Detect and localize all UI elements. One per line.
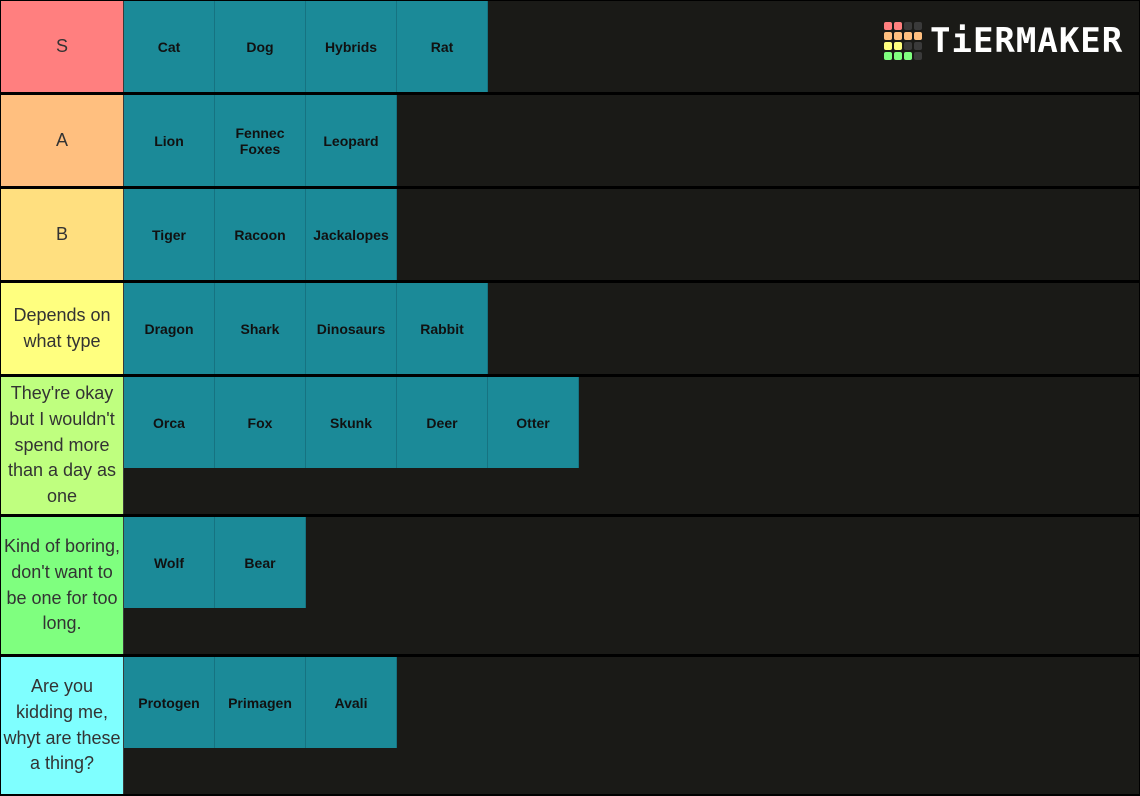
logo-grid-cell [894,22,902,30]
tier-row-okay: They're okay but I wouldn't spend more t… [1,377,1139,514]
tier-items: Dragon Shark Dinosaurs Rabbit [124,283,1139,374]
tiermaker-logo[interactable]: TiERMAKER [884,20,1123,62]
tier-item[interactable]: Fox [215,377,306,468]
logo-grid-icon [884,22,922,60]
tier-item[interactable]: Bear [215,517,306,608]
tier-label[interactable]: Kind of boring, don't want to be one for… [1,517,124,654]
tier-item[interactable]: Primagen [215,657,306,748]
tier-item[interactable]: Skunk [306,377,397,468]
logo-grid-cell [904,42,912,50]
tier-item[interactable]: Avali [306,657,397,748]
logo-grid-cell [914,52,922,60]
tier-label[interactable]: S [1,1,124,92]
tier-items: Tiger Racoon Jackalopes [124,189,1139,280]
tier-item[interactable]: Rat [397,1,488,92]
tier-item[interactable]: Hybrids [306,1,397,92]
logo-grid-cell [914,22,922,30]
logo-grid-cell [884,22,892,30]
logo-grid-cell [894,42,902,50]
logo-grid-cell [894,32,902,40]
logo-grid-cell [894,52,902,60]
tier-item[interactable]: Leopard [306,95,397,186]
tier-items: Wolf Bear [124,517,1139,654]
tier-item[interactable]: Racoon [215,189,306,280]
tier-row-kidding: Are you kidding me, whyt are these a thi… [1,657,1139,794]
logo-grid-cell [884,52,892,60]
tier-item[interactable]: Rabbit [397,283,488,374]
tier-row-boring: Kind of boring, don't want to be one for… [1,517,1139,654]
logo-grid-cell [914,32,922,40]
logo-grid-cell [914,42,922,50]
tier-item[interactable]: Lion [124,95,215,186]
logo-grid-cell [904,52,912,60]
tier-item[interactable]: Wolf [124,517,215,608]
tier-item[interactable]: Cat [124,1,215,92]
tier-item[interactable]: Dog [215,1,306,92]
tier-items: Lion Fennec Foxes Leopard [124,95,1139,186]
logo-grid-cell [904,32,912,40]
tier-item[interactable]: Protogen [124,657,215,748]
logo-grid-cell [884,32,892,40]
tier-row-b: B Tiger Racoon Jackalopes [1,189,1139,280]
tier-item[interactable]: Jackalopes [306,189,397,280]
tier-item[interactable]: Deer [397,377,488,468]
tier-items: Protogen Primagen Avali [124,657,1139,794]
tier-label[interactable]: Depends on what type [1,283,124,374]
tier-item[interactable]: Tiger [124,189,215,280]
tier-label[interactable]: B [1,189,124,280]
tier-label[interactable]: A [1,95,124,186]
tier-item[interactable]: Otter [488,377,579,468]
tier-row-depends: Depends on what type Dragon Shark Dinosaur… [1,283,1139,374]
logo-grid-cell [904,22,912,30]
tier-item[interactable]: Orca [124,377,215,468]
tier-item[interactable]: Fennec Foxes [215,95,306,186]
tier-item[interactable]: Dragon [124,283,215,374]
tier-label[interactable]: They're okay but I wouldn't spend more t… [1,377,124,514]
tier-item[interactable]: Shark [215,283,306,374]
logo-grid-cell [884,42,892,50]
tier-items: Orca Fox Skunk Deer Otter [124,377,1139,514]
logo-text: TiERMAKER [930,21,1124,61]
tier-label[interactable]: Are you kidding me, whyt are these a thi… [1,657,124,794]
tier-item[interactable]: Dinosaurs [306,283,397,374]
tier-list: S Cat Dog Hybrids Rat A Lion Fennec Foxes Leo… [0,0,1140,796]
tier-row-a: A Lion Fennec Foxes Leopard [1,95,1139,186]
